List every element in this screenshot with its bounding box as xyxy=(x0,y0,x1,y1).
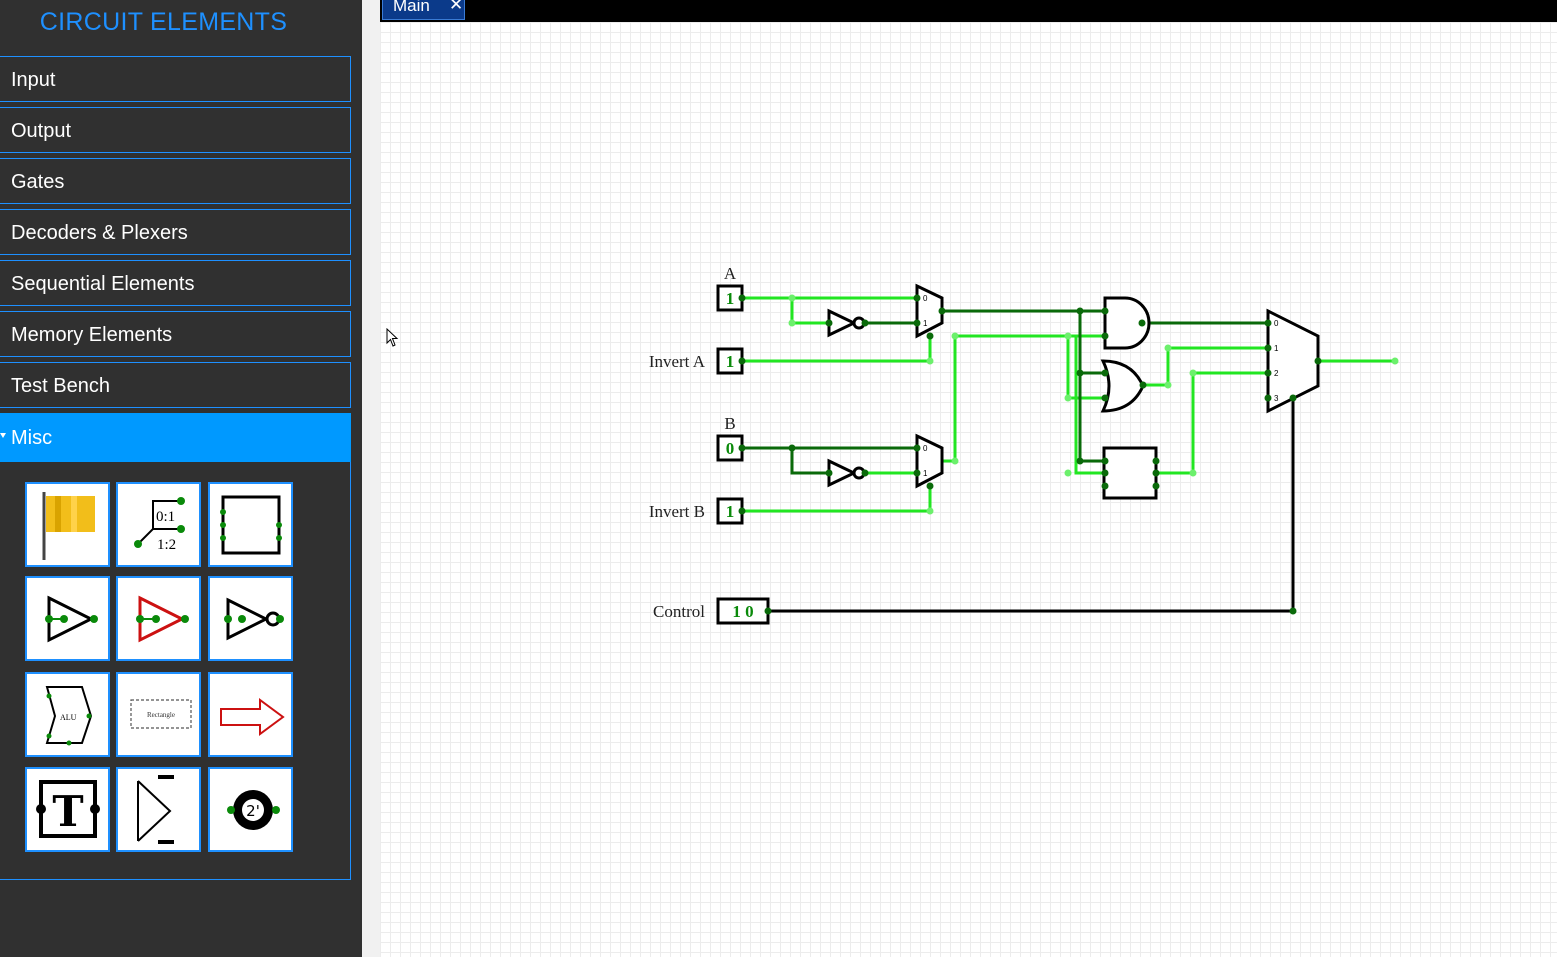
category-label: Input xyxy=(11,69,56,91)
category-memory-elements[interactable]: Memory Elements xyxy=(0,311,351,357)
subcircuit-icon xyxy=(220,495,282,555)
input-label: Control xyxy=(653,602,705,621)
category-label: Gates xyxy=(11,171,65,193)
rectangle-label: Rectangle xyxy=(147,711,175,719)
mux-b[interactable]: 0 1 xyxy=(915,433,944,489)
mux-pin-label: 0 xyxy=(923,294,928,303)
controlled-inverter-tile[interactable] xyxy=(208,576,293,661)
text-tile[interactable]: T xyxy=(25,767,110,852)
alu-label: ALU xyxy=(60,713,77,722)
alu-tile[interactable]: ALU xyxy=(25,672,110,757)
expand-caret-icon xyxy=(0,433,6,438)
input-value: 1 xyxy=(726,352,735,371)
mouse-cursor-icon xyxy=(386,328,399,347)
category-decoders-plexers[interactable]: Decoders & Plexers xyxy=(0,209,351,255)
not-gate-a[interactable] xyxy=(827,308,866,338)
circuit-canvas-area: Main ✕ A 1 Invert A 1 B 0 Invert B 1 Con… xyxy=(380,0,1557,957)
input-label: A xyxy=(724,264,737,283)
node-dots-light xyxy=(788,294,1399,515)
mux-pin-label: 1 xyxy=(1274,344,1279,353)
mux-pin-label: 0 xyxy=(923,444,928,453)
controlled-inverter-icon xyxy=(224,597,284,641)
two-complement-icon: 2' xyxy=(227,790,280,830)
circuit-elements-panel: CIRCUIT ELEMENTS Input Output Gates Deco… xyxy=(0,0,362,957)
input-a[interactable]: A 1 xyxy=(716,264,744,312)
mux-pin-label: 3 xyxy=(1274,394,1279,403)
splitter-icon: 0:1 1:2 xyxy=(134,497,185,553)
arrow-icon xyxy=(220,698,285,736)
input-value: 1 xyxy=(726,289,735,308)
adder-block[interactable] xyxy=(1102,446,1158,500)
two-complement-tile[interactable]: 2' xyxy=(208,767,293,852)
category-label: Output xyxy=(11,120,72,142)
input-invert-b[interactable]: Invert B 1 xyxy=(649,497,744,525)
category-input[interactable]: Input xyxy=(0,56,351,102)
splitter-label: 1:2 xyxy=(157,537,176,553)
two-complement-label: 2' xyxy=(246,802,260,820)
tristate-buffer-tile[interactable] xyxy=(116,576,201,661)
splitter-tile[interactable]: 0:1 1:2 xyxy=(116,482,201,567)
category-test-bench[interactable]: Test Bench xyxy=(0,362,351,408)
category-label: Misc xyxy=(11,427,53,449)
category-misc[interactable]: Misc xyxy=(0,413,351,462)
mux-a[interactable]: 0 1 xyxy=(915,283,944,339)
category-label: Sequential Elements xyxy=(11,273,195,295)
rectangle-tile[interactable]: Rectangle xyxy=(116,672,201,757)
category-label: Decoders & Plexers xyxy=(11,222,188,244)
tristate-buffer-icon xyxy=(136,595,189,643)
circuit-diagram: A 1 Invert A 1 B 0 Invert B 1 Control 1 … xyxy=(649,264,1399,625)
splitter-label: 0:1 xyxy=(156,509,175,525)
tunnel-icon xyxy=(137,775,174,844)
category-label: Test Bench xyxy=(11,375,110,397)
category-sequential-elements[interactable]: Sequential Elements xyxy=(0,260,351,306)
rectangle-icon: Rectangle xyxy=(130,699,192,729)
control-bus xyxy=(768,398,1295,613)
mux-pin-label: 1 xyxy=(923,319,928,328)
alu-icon: ALU xyxy=(45,686,93,746)
input-invert-a[interactable]: Invert A 1 xyxy=(649,347,744,375)
subcircuit-tile[interactable] xyxy=(208,482,293,567)
buffer-tile[interactable] xyxy=(25,576,110,661)
flag-icon xyxy=(42,492,95,560)
category-label: Memory Elements xyxy=(11,324,173,346)
panel-title: CIRCUIT ELEMENTS xyxy=(39,8,288,36)
mux-pin-label: 2 xyxy=(1274,369,1279,378)
tunnel-tile[interactable] xyxy=(116,767,201,852)
mux-pin-label: 0 xyxy=(1274,319,1279,328)
text-glyph: T xyxy=(52,787,83,836)
input-value: 1 xyxy=(726,502,735,521)
flag-tile[interactable] xyxy=(25,482,110,567)
input-label: Invert A xyxy=(649,352,706,371)
text-icon: T xyxy=(36,780,100,838)
input-value: 0 xyxy=(726,439,735,458)
arrow-tile[interactable] xyxy=(208,672,293,757)
not-gate-b[interactable] xyxy=(827,458,866,488)
mux-pin-label: 1 xyxy=(923,469,928,478)
input-label: B xyxy=(724,414,735,433)
buffer-icon xyxy=(45,595,98,643)
input-value: 1 0 xyxy=(732,602,753,621)
category-output[interactable]: Output xyxy=(0,107,351,153)
category-gates[interactable]: Gates xyxy=(0,158,351,204)
input-control[interactable]: Control 1 0 xyxy=(653,597,770,625)
or-gate[interactable] xyxy=(1100,359,1145,413)
input-b[interactable]: B 0 xyxy=(716,414,744,462)
input-label: Invert B xyxy=(649,502,705,521)
node-dots xyxy=(738,294,1322,615)
